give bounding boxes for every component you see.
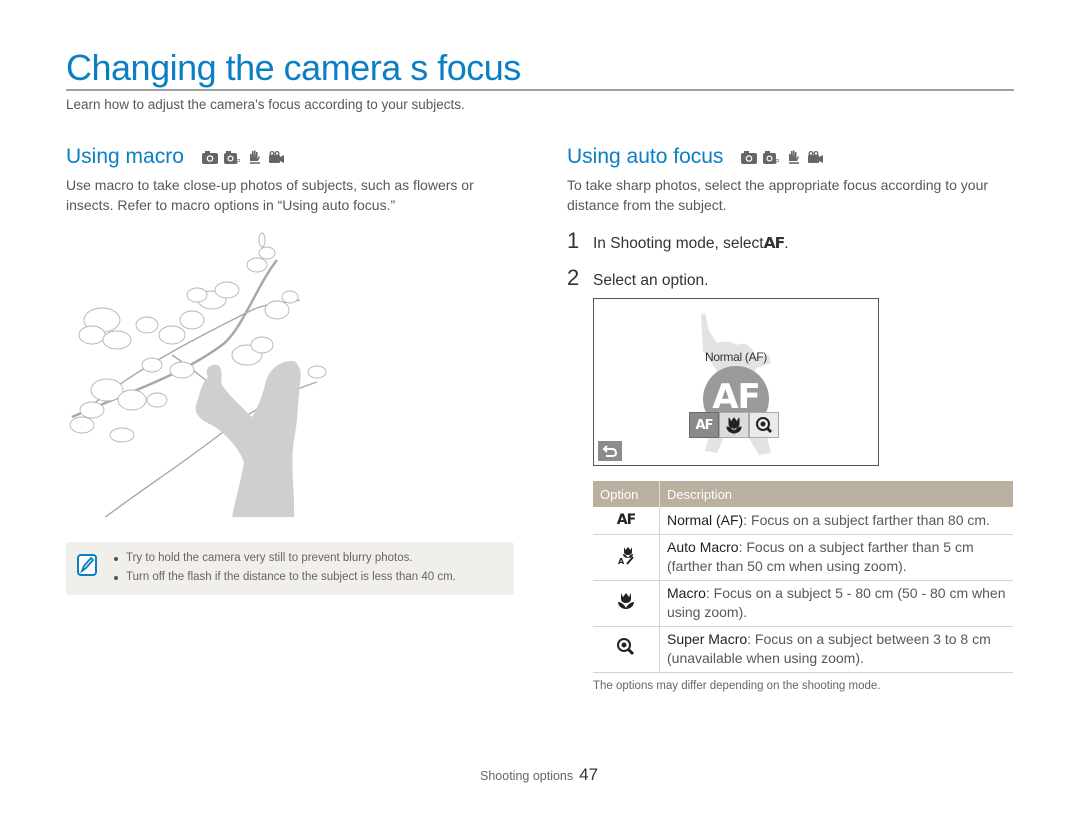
- table-header-row: Option Description: [593, 481, 1013, 507]
- column-header-description: Description: [659, 481, 1013, 507]
- macro-illustration: [69, 232, 327, 517]
- af-icon: AF: [616, 512, 636, 528]
- step-1: 1 In Shooting mode, select AF .: [567, 228, 789, 253]
- macro-tulip-icon: [726, 417, 742, 435]
- page-number: 47: [579, 765, 599, 784]
- table-row: Macro: Focus on a subject 5 - 80 cm (50 …: [593, 580, 1013, 627]
- screen-mode-label: Normal (AF): [704, 350, 768, 364]
- option-description: Macro: Focus on a subject 5 - 80 cm (50 …: [659, 580, 1013, 627]
- note-pencil-icon: [77, 554, 97, 576]
- focus-options-table: Option Description AF Normal (AF): Focus…: [593, 481, 1013, 673]
- option-icon-cell: [593, 626, 660, 673]
- note-item: Try to hold the camera very still to pre…: [114, 549, 456, 568]
- macro-heading-text: Using macro: [66, 145, 184, 168]
- option-description: Normal (AF): Focus on a subject farther …: [659, 507, 1013, 535]
- macro-heading: Using macro P: [66, 144, 284, 170]
- title-divider: [66, 89, 1014, 91]
- macro-description: Use macro to take close-up photos of sub…: [66, 177, 474, 213]
- table-row: A Auto Macro: Focus on a subject farther…: [593, 534, 1013, 581]
- option-icon-cell: [593, 580, 660, 627]
- movie-icon: [808, 151, 824, 163]
- svg-text:P: P: [775, 159, 779, 164]
- auto-macro-icon: A: [618, 546, 634, 566]
- step-text: In Shooting mode, select: [593, 235, 764, 252]
- super-macro-magnifier-icon: [617, 637, 635, 655]
- af-option-button[interactable]: AF: [689, 412, 719, 438]
- macro-tulip-icon: [618, 592, 634, 609]
- footer-section: Shooting options: [480, 769, 574, 783]
- back-arrow-icon: [602, 445, 618, 457]
- options-footnote: The options may differ depending on the …: [593, 680, 881, 692]
- dual-is-icon: [249, 150, 260, 164]
- page-subtitle: Learn how to adjust the camera's focus a…: [66, 97, 465, 112]
- bullet: [114, 575, 118, 580]
- camera-auto-icon: [741, 151, 758, 164]
- option-icon-cell: A: [593, 534, 660, 581]
- option-description: Auto Macro: Focus on a subject farther t…: [659, 534, 1013, 581]
- table-row: AF Normal (AF): Focus on a subject farth…: [593, 507, 1013, 535]
- option-description: Super Macro: Focus on a subject between …: [659, 626, 1013, 673]
- svg-text:P: P: [236, 159, 240, 164]
- table-row: Super Macro: Focus on a subject between …: [593, 626, 1013, 673]
- page-footer: Shooting options 47: [480, 765, 598, 785]
- step-number: 2: [567, 265, 580, 290]
- camera-program-icon: P: [763, 151, 779, 164]
- af-heading-text: Using auto focus: [567, 145, 724, 168]
- option-icon-cell: AF: [593, 507, 660, 535]
- step-text: Select an option.: [593, 272, 709, 289]
- mode-icons: P: [201, 150, 284, 164]
- camera-screen: Normal (AF) AF AF: [593, 298, 879, 466]
- svg-text:A: A: [618, 557, 625, 565]
- note-item: Turn off the flash if the distance to th…: [114, 568, 456, 587]
- note-box: Try to hold the camera very still to pre…: [66, 542, 514, 595]
- step-2: 2 Select an option.: [567, 265, 708, 291]
- af-heading: Using auto focus P: [567, 144, 824, 170]
- column-header-option: Option: [593, 481, 660, 507]
- step-number: 1: [567, 228, 580, 253]
- super-macro-magnifier-icon: [756, 417, 773, 434]
- camera-auto-icon: [201, 151, 218, 164]
- back-button[interactable]: [598, 441, 622, 461]
- af-description: To take sharp photos, select the appropr…: [567, 177, 989, 213]
- macro-option-button[interactable]: [719, 412, 749, 438]
- mode-icons: P: [741, 150, 824, 164]
- bullet: [114, 556, 118, 561]
- af-icon: AF: [763, 234, 786, 252]
- movie-icon: [268, 151, 284, 163]
- camera-program-icon: P: [223, 151, 240, 164]
- page-title: Changing the camera s focus: [66, 47, 521, 88]
- dual-is-icon: [789, 150, 800, 164]
- super-macro-option-button[interactable]: [749, 412, 779, 438]
